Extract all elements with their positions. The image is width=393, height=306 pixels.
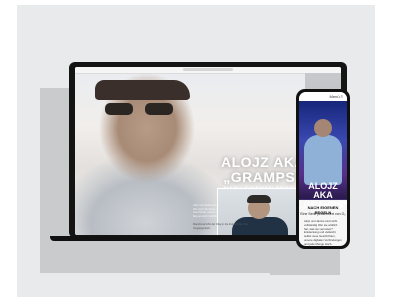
menu-button[interactable]: Menü ≡ xyxy=(330,94,343,99)
phone-person-head xyxy=(314,119,332,137)
phone-person-body xyxy=(304,135,342,185)
phone-brand-line: Eine Serie präsentiert von O₂ xyxy=(300,212,346,216)
phone-title-line-1: ALOJZ AKA xyxy=(308,181,338,201)
phone-intro-text: Alojz und Janine sind nicht vollständig … xyxy=(304,219,342,246)
footer-text: Manchmal führt der Weg in die Zukunft üb… xyxy=(193,223,248,230)
hero-glasses xyxy=(105,103,185,115)
phone-screen: Menü ≡ ALOJZ AKA „GRAMPS“ NACH EIGENEN R… xyxy=(299,92,347,246)
phone-header: Menü ≡ xyxy=(299,92,347,101)
phone-frame: Menü ≡ ALOJZ AKA „GRAMPS“ NACH EIGENEN R… xyxy=(296,89,350,249)
hero-cap xyxy=(95,80,190,100)
browser-address-bar[interactable] xyxy=(183,68,233,71)
inset-person-cap xyxy=(247,195,271,203)
